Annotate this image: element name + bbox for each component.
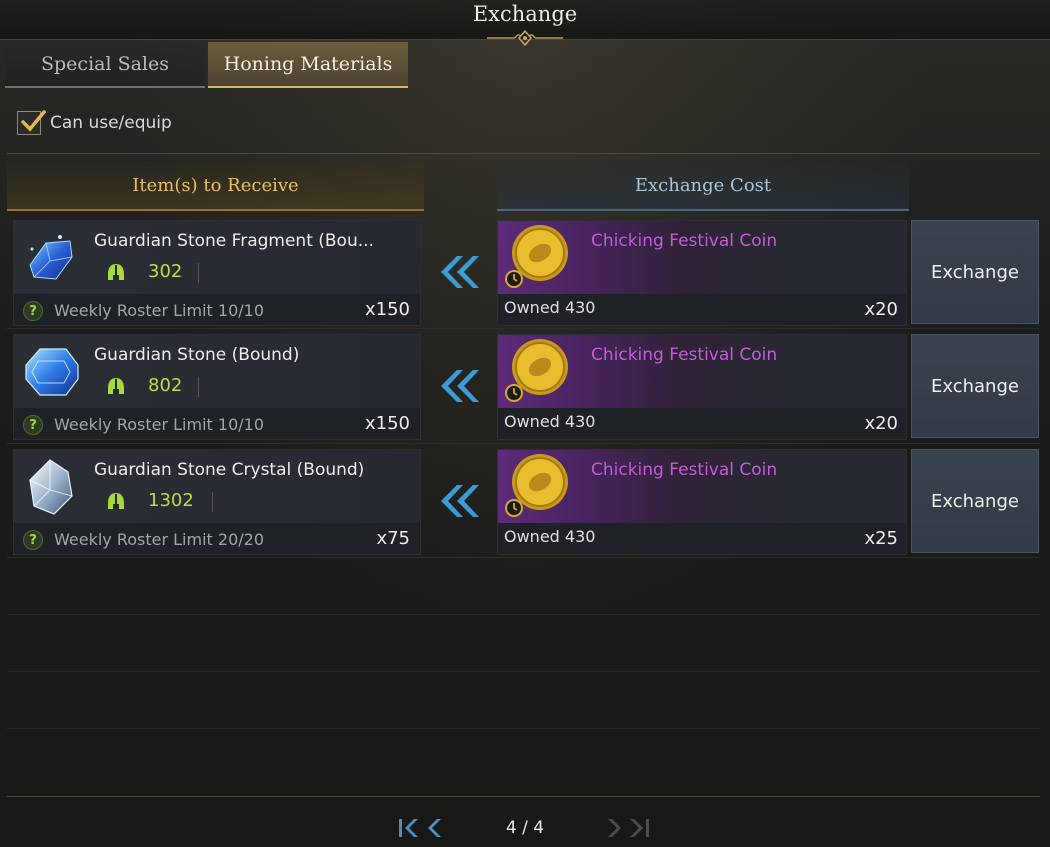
cost-quantity: x20	[864, 299, 898, 320]
chicking-festival-coin-icon	[505, 454, 568, 517]
cost-item-card: Chicking Festival Coin Owned 430 x25	[497, 449, 907, 555]
cost-item-header: Chicking Festival Coin	[498, 450, 906, 523]
exchange-button[interactable]: Exchange	[911, 449, 1039, 553]
item-level-value: 802	[148, 375, 183, 396]
separator	[198, 377, 199, 397]
double-chevron-left-icon	[441, 485, 479, 517]
receive-item-header: Guardian Stone Fragment (Bou... 302	[14, 221, 420, 294]
chicking-festival-coin-icon	[505, 225, 568, 288]
tab-honing-materials[interactable]: Honing Materials	[208, 42, 408, 88]
checkmark-icon	[21, 110, 46, 132]
help-icon[interactable]: ?	[23, 301, 43, 321]
receive-item-header: Guardian Stone (Bound) 802	[14, 335, 420, 408]
cost-item-card: Chicking Festival Coin Owned 430 x20	[497, 220, 907, 326]
help-icon[interactable]: ?	[23, 530, 43, 550]
help-icon[interactable]: ?	[23, 415, 43, 435]
empty-row-divider	[7, 671, 1040, 672]
receive-quantity: x75	[376, 528, 410, 549]
helmet-icon	[108, 264, 124, 280]
divider	[7, 796, 1040, 797]
empty-row-divider	[7, 728, 1040, 729]
chicking-festival-coin-icon	[505, 339, 568, 402]
header-items-to-receive: Item(s) to Receive	[7, 161, 424, 211]
item-level-value: 302	[148, 261, 183, 282]
tab-special-sales[interactable]: Special Sales	[5, 42, 205, 88]
divider	[7, 153, 1040, 154]
cost-item-name: Chicking Festival Coin	[591, 345, 778, 365]
separator	[198, 263, 199, 283]
weekly-limit: Weekly Roster Limit 10/10	[54, 415, 264, 434]
separator	[212, 492, 213, 512]
owned-count: Owned 430	[504, 298, 596, 317]
receive-item-header: Guardian Stone Crystal (Bound) 1302	[14, 450, 420, 523]
row-divider	[7, 443, 1040, 444]
title-bar: Exchange	[0, 0, 1050, 47]
owned-count: Owned 430	[504, 412, 596, 431]
row-divider	[7, 557, 1040, 558]
last-page-icon[interactable]	[604, 812, 652, 844]
exchange-button[interactable]: Exchange	[911, 334, 1039, 438]
cost-item-name: Chicking Festival Coin	[591, 460, 778, 480]
row-divider	[7, 328, 1040, 329]
window-title: Exchange	[472, 2, 578, 26]
can-use-equip-checkbox[interactable]	[17, 110, 46, 135]
receive-item-card: Guardian Stone Crystal (Bound) 1302 ? We…	[13, 449, 421, 555]
weekly-limit: Weekly Roster Limit 20/20	[54, 530, 264, 549]
can-use-equip-label: Can use/equip	[50, 113, 172, 133]
item-level-value: 1302	[148, 490, 194, 511]
first-page-icon[interactable]	[397, 812, 445, 844]
exchange-row: Guardian Stone Fragment (Bou... 302 ? We…	[0, 220, 1050, 330]
receive-quantity: x150	[364, 413, 410, 434]
title-ornament-icon	[487, 29, 563, 47]
cost-item-name: Chicking Festival Coin	[591, 231, 778, 251]
receive-item-card: Guardian Stone Fragment (Bou... 302 ? We…	[13, 220, 421, 326]
receive-item-card: Guardian Stone (Bound) 802 ? Weekly Rost…	[13, 334, 421, 440]
cost-item-card: Chicking Festival Coin Owned 430 x20	[497, 334, 907, 440]
exchange-row: Guardian Stone Crystal (Bound) 1302 ? We…	[0, 449, 1050, 559]
cost-item-header: Chicking Festival Coin	[498, 221, 906, 294]
page-indicator: 4 / 4	[505, 818, 545, 838]
blue-stone-icon	[25, 348, 79, 396]
exchange-row: Guardian Stone (Bound) 802 ? Weekly Rost…	[0, 334, 1050, 444]
item-name: Guardian Stone Crystal (Bound)	[94, 460, 365, 480]
owned-count: Owned 430	[504, 527, 596, 546]
exchange-button[interactable]: Exchange	[911, 220, 1039, 324]
double-chevron-left-icon	[441, 256, 479, 288]
helmet-icon	[108, 378, 124, 394]
cost-item-header: Chicking Festival Coin	[498, 335, 906, 408]
double-chevron-left-icon	[441, 370, 479, 402]
white-crystal-icon	[29, 459, 73, 515]
item-name: Guardian Stone (Bound)	[94, 345, 300, 365]
cost-quantity: x20	[864, 413, 898, 434]
weekly-limit: Weekly Roster Limit 10/10	[54, 301, 264, 320]
receive-quantity: x150	[364, 299, 410, 320]
item-name: Guardian Stone Fragment (Bou...	[94, 231, 374, 251]
cost-quantity: x25	[864, 528, 898, 549]
can-use-equip-filter[interactable]: Can use/equip	[17, 110, 172, 135]
header-exchange-cost: Exchange Cost	[497, 161, 909, 211]
empty-row-divider	[7, 614, 1040, 615]
helmet-icon	[108, 493, 124, 509]
blue-fragment-icon	[29, 235, 73, 280]
